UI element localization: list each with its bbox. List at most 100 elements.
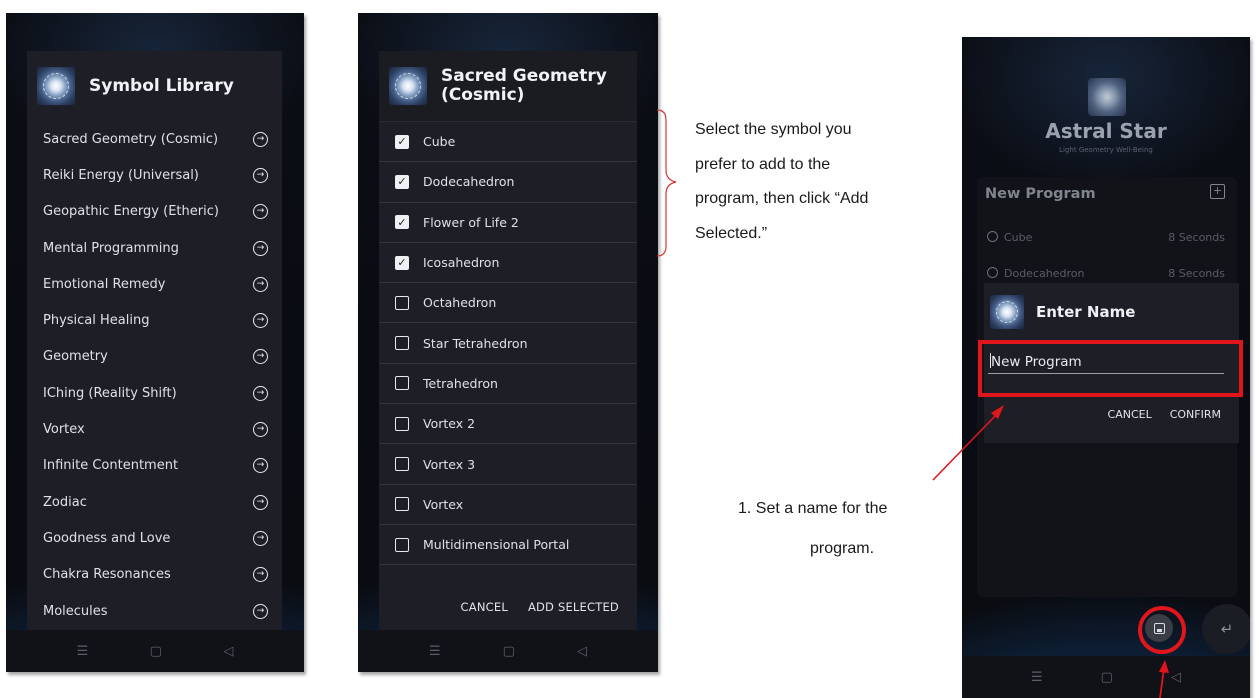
checkbox-unchecked-icon[interactable] <box>395 295 409 310</box>
enter-button[interactable]: ↵ <box>1202 604 1250 654</box>
symbol-category-item[interactable]: Sacred Geometry (Cosmic) → <box>27 121 282 157</box>
sacred-geometry-title: Sacred Geometry (Cosmic) <box>441 67 607 105</box>
back-icon[interactable]: ◁ <box>223 644 233 659</box>
checkbox-unchecked-icon[interactable] <box>395 336 409 351</box>
arrow-circle-right-icon[interactable]: → <box>253 530 268 546</box>
confirm-button[interactable]: CONFIRM <box>1170 408 1221 421</box>
checkbox-checked-icon[interactable]: ✓ <box>395 215 409 230</box>
symbol-checkbox-item[interactable]: ✓ Icosahedron <box>379 243 637 284</box>
menu-icon[interactable]: ☰ <box>1031 670 1043 685</box>
checkbox-unchecked-icon[interactable] <box>395 416 409 431</box>
mandala-logo-icon <box>389 67 427 105</box>
checkbox-unchecked-icon[interactable] <box>395 537 409 552</box>
symbol-checkbox-item[interactable]: ✓ Cube <box>379 122 637 163</box>
symbol-category-item[interactable]: IChing (Reality Shift) → <box>27 375 282 411</box>
symbol-category-item[interactable]: Physical Healing → <box>27 302 282 338</box>
name-field-highlight <box>978 340 1243 397</box>
cancel-button[interactable]: CANCEL <box>1108 408 1152 421</box>
arrow-circle-right-icon[interactable]: → <box>253 458 268 474</box>
home-icon[interactable]: ▢ <box>150 644 162 659</box>
name-dialog-actions: CANCEL CONFIRM <box>1108 408 1221 421</box>
arrow-circle-right-icon[interactable]: → <box>253 603 268 619</box>
back-icon[interactable]: ◁ <box>577 644 587 659</box>
program-row[interactable]: Cube 8 Seconds <box>987 229 1225 245</box>
symbol-label: Icosahedron <box>423 255 500 271</box>
symbol-category-label: Vortex <box>43 422 85 438</box>
menu-icon[interactable]: ☰ <box>429 644 441 659</box>
symbol-category-item[interactable]: Infinite Contentment → <box>27 448 282 484</box>
symbol-category-item[interactable]: Geometry → <box>27 339 282 375</box>
symbol-checkbox-item[interactable]: Vortex <box>379 485 637 525</box>
symbol-category-item[interactable]: Emotional Remedy → <box>27 266 282 302</box>
arrow-circle-right-icon[interactable]: → <box>253 204 268 220</box>
symbol-checkbox-item[interactable]: Star Tetrahedron <box>379 323 637 364</box>
symbol-checkbox-item[interactable]: Octahedron <box>379 283 637 324</box>
program-title: New Program <box>985 186 1096 202</box>
title-line-2: (Cosmic) <box>441 85 525 105</box>
program-row[interactable]: Dodecahedron 8 Seconds <box>987 265 1225 281</box>
symbol-category-item[interactable]: Vortex → <box>27 411 282 447</box>
cancel-button[interactable]: CANCEL <box>461 600 508 614</box>
symbol-label: Flower of Life 2 <box>423 214 519 230</box>
checkbox-unchecked-icon[interactable] <box>395 376 409 391</box>
symbol-checkbox-item[interactable]: Multidimensional Portal <box>379 525 637 566</box>
arrow-circle-right-icon[interactable]: → <box>253 385 268 401</box>
arrow-circle-right-icon[interactable]: → <box>253 349 268 365</box>
arrow-circle-right-icon[interactable]: → <box>253 494 268 510</box>
symbol-checkbox-item[interactable]: Tetrahedron <box>379 364 637 405</box>
program-row-label: Dodecahedron <box>987 266 1084 280</box>
checkbox-unchecked-icon[interactable] <box>395 457 409 472</box>
symbol-category-item[interactable]: Chakra Resonances → <box>27 557 282 593</box>
symbol-label: Vortex <box>423 496 464 512</box>
symbol-label: Star Tetrahedron <box>423 335 528 351</box>
mandala-logo-icon <box>990 295 1024 329</box>
enter-name-header: Enter Name <box>984 283 1239 341</box>
checkbox-checked-icon[interactable]: ✓ <box>395 174 409 189</box>
home-icon[interactable]: ▢ <box>503 644 515 659</box>
add-symbol-icon[interactable]: + <box>1210 184 1225 199</box>
symbol-label: Tetrahedron <box>423 375 498 391</box>
back-icon[interactable]: ◁ <box>1171 670 1181 685</box>
symbol-category-item[interactable]: Goodness and Love → <box>27 520 282 556</box>
arrow-circle-right-icon[interactable]: → <box>253 167 268 183</box>
symbol-category-item[interactable]: Mental Programming → <box>27 230 282 266</box>
symbol-library-header: Symbol Library <box>27 51 282 121</box>
phone-symbol-library: Symbol Library Sacred Geometry (Cosmic) →… <box>6 13 304 672</box>
arrow-circle-right-icon[interactable]: → <box>253 276 268 292</box>
checkbox-checked-icon[interactable]: ✓ <box>395 255 409 270</box>
symbol-category-label: Geometry <box>43 349 108 365</box>
symbol-category-item[interactable]: Reiki Energy (Universal) → <box>27 157 282 193</box>
mandala-logo-icon <box>37 67 75 105</box>
symbol-category-label: Physical Healing <box>43 313 150 329</box>
android-navbar: ☰ ▢ ◁ <box>962 656 1250 698</box>
selection-brace <box>656 109 677 257</box>
symbol-category-label: Reiki Energy (Universal) <box>43 167 199 183</box>
arrow-circle-right-icon[interactable]: → <box>253 240 268 256</box>
symbol-category-item[interactable]: Geopathic Energy (Etheric) → <box>27 194 282 230</box>
app-title: Astral Star <box>1045 119 1167 143</box>
android-navbar: ☰ ▢ ◁ <box>358 630 658 672</box>
menu-icon[interactable]: ☰ <box>77 644 89 659</box>
arrow-circle-right-icon[interactable]: → <box>253 313 268 329</box>
checkbox-checked-icon[interactable]: ✓ <box>395 134 409 149</box>
symbol-checkbox-item[interactable]: ✓ Flower of Life 2 <box>379 203 637 243</box>
add-selected-button[interactable]: ADD SELECTED <box>528 600 619 614</box>
symbol-checkbox-item[interactable]: Vortex 3 <box>379 444 637 485</box>
arrow-circle-right-icon[interactable]: → <box>253 422 268 438</box>
symbol-library-title: Symbol Library <box>89 75 234 96</box>
symbol-checkbox-item[interactable]: Vortex 2 <box>379 404 637 445</box>
arrow-circle-right-icon[interactable]: → <box>253 567 268 583</box>
title-line-1: Sacred Geometry <box>441 66 607 86</box>
symbol-category-item[interactable]: Molecules → <box>27 593 282 629</box>
symbol-category-item[interactable]: Zodiac → <box>27 484 282 520</box>
cube-icon <box>987 230 998 242</box>
symbol-label: Dodecahedron <box>423 174 515 190</box>
symbol-category-label: Emotional Remedy <box>43 276 166 292</box>
symbol-label: Vortex 2 <box>423 416 476 432</box>
arrow-circle-right-icon[interactable]: → <box>253 131 268 147</box>
enter-icon: ↵ <box>1220 620 1234 638</box>
home-icon[interactable]: ▢ <box>1101 670 1113 685</box>
checkbox-unchecked-icon[interactable] <box>395 497 409 512</box>
symbol-checkbox-item[interactable]: ✓ Dodecahedron <box>379 162 637 203</box>
sacred-geometry-dialog: Sacred Geometry (Cosmic) ✓ Cube ✓ Dodecahed… <box>379 51 637 634</box>
